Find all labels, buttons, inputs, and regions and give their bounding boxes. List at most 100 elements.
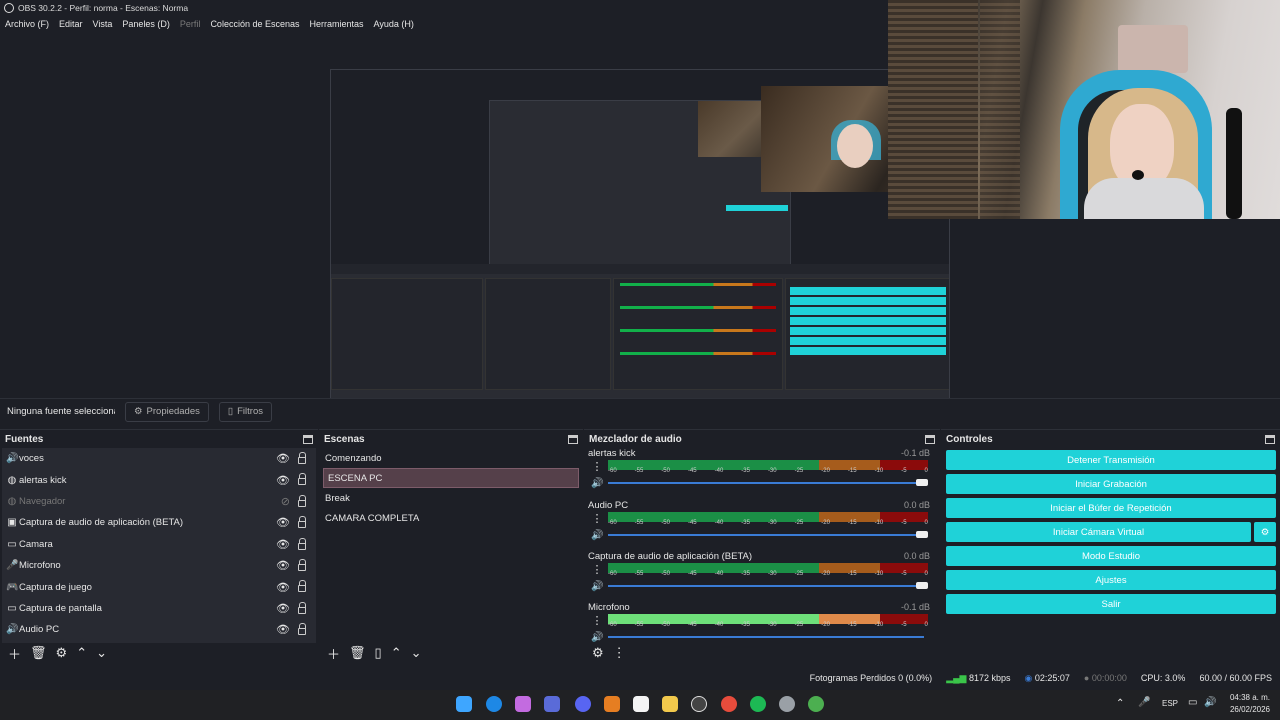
start-virtual-camera-button[interactable]: Iniciar Cámara Virtual [946,522,1251,542]
undock-icon[interactable] [568,434,578,444]
discord-icon[interactable] [575,696,591,712]
menu-help[interactable]: Ayuda (H) [374,19,414,29]
kebab-menu-icon[interactable]: ⋮ [591,512,603,526]
source-item[interactable]: ▣ Captura de audio de aplicación (BETA) 👁 [2,512,316,533]
volume-slider-handle[interactable] [916,531,928,538]
network-icon[interactable]: ▭ [1188,697,1197,708]
properties-button[interactable]: ⚙ Propiedades [125,401,209,422]
studio-mode-button[interactable]: Modo Estudio [946,546,1276,566]
eye-icon[interactable]: 👁 [276,516,290,529]
menu-scene-collection[interactable]: Colección de Escenas [210,19,299,29]
start-recording-button[interactable]: Iniciar Grabación [946,474,1276,494]
source-item[interactable]: 🎮 Captura de juego 👁 [2,576,316,597]
menu-view[interactable]: Vista [93,19,113,29]
eye-icon[interactable]: 👁 [276,538,290,551]
move-up-icon[interactable]: ⌃ [76,645,87,661]
clock-time[interactable]: 04:38 a. m. [1226,693,1270,702]
eye-icon[interactable]: 👁 [276,452,290,465]
kebab-menu-icon[interactable]: ⋮ [591,614,603,628]
undock-icon[interactable] [925,434,935,444]
edge-icon[interactable] [486,696,502,712]
volume-slider[interactable] [608,482,924,484]
fl-studio-icon[interactable] [604,696,620,712]
source-item[interactable]: 🔊 Audio PC 👁 [2,619,316,640]
move-down-icon[interactable]: ⌄ [96,645,107,661]
source-item[interactable]: ▭ Captura de pantalla 👁 [2,598,316,619]
stop-streaming-button[interactable]: Detener Transmisión [946,450,1276,470]
source-item[interactable]: ◍ Navegador ⊘ [2,491,316,512]
kebab-menu-icon[interactable]: ⋮ [613,645,626,661]
start-replay-buffer-button[interactable]: Iniciar el Búfer de Repetición [946,498,1276,518]
speaker-icon[interactable]: 🔊 [591,478,603,489]
volume-slider-handle[interactable] [916,479,928,486]
lock-icon[interactable] [298,601,306,614]
lock-icon[interactable] [298,494,306,507]
virtual-camera-settings-button[interactable]: ⚙ [1254,522,1276,542]
move-down-icon[interactable]: ⌄ [411,645,422,661]
chrome-icon[interactable] [721,696,737,712]
menu-edit[interactable]: Editar [59,19,83,29]
gear-icon[interactable]: ⚙ [56,645,68,661]
eye-icon[interactable]: 👁 [276,581,290,594]
chrome-profile-icon[interactable] [808,696,824,712]
trash-icon[interactable]: 🗑 [30,645,47,661]
scene-item-selected[interactable]: ESCENA PC [323,468,579,488]
filter-icon[interactable]: ▯ [375,645,382,661]
lock-icon[interactable] [298,537,306,550]
advanced-audio-icon[interactable]: ⚙ [592,645,604,661]
eye-icon[interactable]: 👁 [276,474,290,487]
spotify-icon[interactable] [750,696,766,712]
scene-item[interactable]: CAMARA COMPLETA [321,508,581,528]
menu-profile[interactable]: Perfil [180,19,201,29]
settings-icon[interactable] [779,696,795,712]
lock-icon[interactable] [298,473,306,486]
source-item[interactable]: ◍ alertas kick 👁 [2,469,316,490]
kebab-menu-icon[interactable]: ⋮ [591,563,603,577]
lock-icon[interactable] [298,623,306,636]
eye-icon[interactable]: 👁 [276,602,290,615]
volume-slider[interactable] [608,585,924,587]
undock-icon[interactable] [303,434,313,444]
trash-icon[interactable]: 🗑 [349,645,366,661]
copilot-icon[interactable] [515,696,531,712]
menu-docks[interactable]: Paneles (D) [122,19,170,29]
volume-slider[interactable] [608,636,924,638]
lock-icon[interactable] [298,452,306,464]
filters-button[interactable]: ▯ Filtros [218,401,272,422]
source-item[interactable]: ▭ Camara 👁 [2,534,316,555]
file-icon[interactable] [633,696,649,712]
microphone-icon[interactable]: 🎤 [1138,697,1150,708]
clock-date[interactable]: 26/02/2026 [1226,705,1270,714]
volume-slider[interactable] [608,534,924,536]
settings-button[interactable]: Ajustes [946,570,1276,590]
menu-file[interactable]: Archivo (F) [5,19,49,29]
eye-icon[interactable]: 👁 [276,623,290,636]
undock-icon[interactable] [1265,434,1275,444]
add-icon[interactable]: ＋ [8,644,21,663]
exit-button[interactable]: Salir [946,594,1276,614]
lock-icon[interactable] [298,580,306,593]
speaker-icon[interactable]: 🔊 [591,530,603,541]
speaker-icon[interactable]: 🔊 [591,581,603,592]
move-up-icon[interactable]: ⌃ [391,645,402,661]
lock-icon[interactable] [298,516,306,529]
add-icon[interactable]: ＋ [327,644,340,663]
scene-item[interactable]: Comenzando [321,448,581,468]
windows-start-icon[interactable] [456,696,472,712]
volume-slider-handle[interactable] [916,582,928,589]
app-icon[interactable] [544,696,560,712]
menu-tools[interactable]: Herramientas [310,19,364,29]
lock-icon[interactable] [298,558,306,571]
speaker-icon[interactable]: 🔊 [591,632,603,642]
folder-icon[interactable] [662,696,678,712]
language-indicator[interactable]: ESP [1162,699,1178,708]
obs-icon[interactable] [691,696,707,712]
source-item[interactable]: 🔊 voces 👁 [2,448,316,469]
chevron-up-icon[interactable]: ⌃ [1116,698,1124,709]
kebab-menu-icon[interactable]: ⋮ [591,460,603,474]
volume-icon[interactable]: 🔊 [1204,697,1216,708]
scene-item[interactable]: Break [321,488,581,508]
source-item[interactable]: 🎤 Microfono 👁 [2,555,316,576]
eye-hidden-icon[interactable]: ⊘ [281,495,290,508]
eye-icon[interactable]: 👁 [276,559,290,572]
